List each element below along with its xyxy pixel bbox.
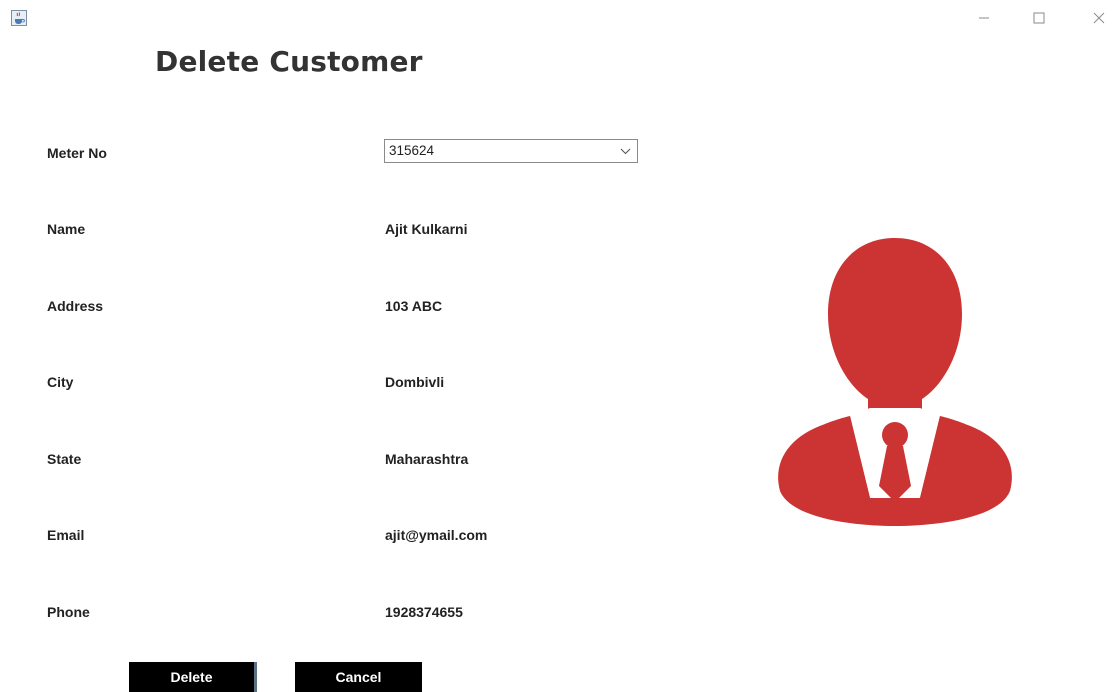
address-label: Address <box>47 298 104 314</box>
state-value: Maharashtra <box>385 451 469 467</box>
address-value: 103 ABC <box>385 298 443 314</box>
email-label: Email <box>47 527 85 543</box>
minimize-icon[interactable] <box>970 6 998 30</box>
delete-button[interactable]: Delete <box>129 662 257 692</box>
close-icon[interactable] <box>1085 6 1112 30</box>
java-cup-icon <box>11 10 27 26</box>
chevron-down-icon <box>620 148 631 155</box>
customer-avatar-icon <box>770 236 1020 526</box>
cancel-button[interactable]: Cancel <box>295 662 422 692</box>
city-value: Dombivli <box>385 374 445 390</box>
meter-no-selected-value: 315624 <box>389 143 435 158</box>
page-title: Delete Customer <box>155 45 423 78</box>
phone-label: Phone <box>47 604 90 620</box>
phone-value: 1928374655 <box>385 604 463 620</box>
state-label: State <box>47 451 82 467</box>
name-label: Name <box>47 221 86 237</box>
meter-no-label: Meter No <box>47 145 107 161</box>
city-label: City <box>47 374 74 390</box>
name-value: Ajit Kulkarni <box>385 221 468 237</box>
meter-no-select[interactable]: 315624 <box>384 139 638 163</box>
maximize-icon[interactable] <box>1025 6 1053 30</box>
email-value: ajit@ymail.com <box>385 527 488 543</box>
